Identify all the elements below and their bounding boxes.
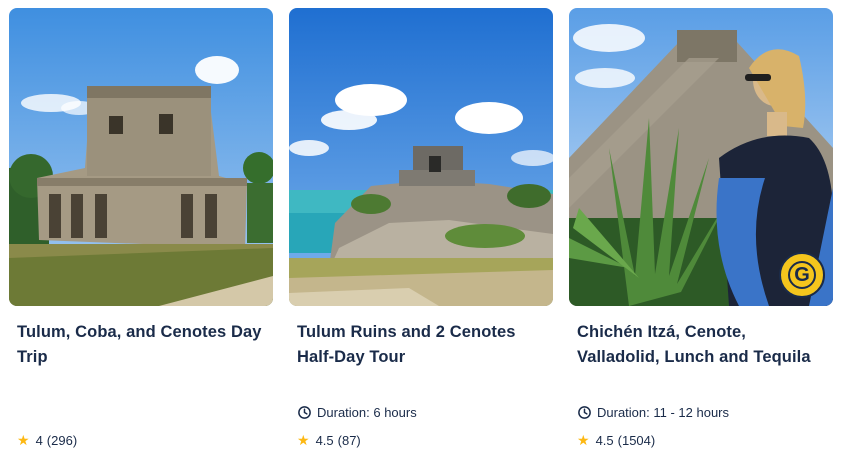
tour-rating: ★ 4.5 (87) bbox=[297, 432, 361, 448]
review-count: (87) bbox=[337, 432, 361, 448]
tour-card[interactable]: G Chichén Itzá, Cenote, Valladolid, Lunc… bbox=[569, 8, 833, 463]
tour-title[interactable]: Tulum, Coba, and Cenotes Day Trip bbox=[17, 320, 267, 370]
tour-title[interactable]: Tulum Ruins and 2 Cenotes Half-Day Tour bbox=[297, 320, 547, 370]
star-icon: ★ bbox=[297, 432, 310, 448]
tour-rating: ★ 4.5 (1504) bbox=[577, 432, 655, 448]
star-icon: ★ bbox=[577, 432, 590, 448]
mayan-ruin-photo-icon bbox=[9, 8, 273, 306]
tour-image[interactable]: G bbox=[569, 8, 833, 306]
review-count: (1504) bbox=[617, 432, 656, 448]
rating-score: 4.5 bbox=[315, 432, 334, 448]
rating-score: 4 bbox=[35, 432, 43, 448]
review-count: (296) bbox=[46, 432, 78, 448]
tulum-coast-photo-icon bbox=[289, 8, 553, 306]
tour-title[interactable]: Chichén Itzá, Cenote, Valladolid, Lunch … bbox=[577, 320, 827, 370]
tour-duration: Duration: 11 - 12 hours bbox=[577, 404, 729, 420]
rating-score: 4.5 bbox=[595, 432, 614, 448]
duration-label: Duration: 11 - 12 hours bbox=[597, 404, 729, 420]
tour-image[interactable] bbox=[9, 8, 273, 306]
star-icon: ★ bbox=[17, 432, 30, 448]
tour-rating: ★ 4 (296) bbox=[17, 432, 77, 448]
tour-image[interactable] bbox=[289, 8, 553, 306]
clock-icon bbox=[578, 405, 591, 419]
tour-card[interactable]: Tulum Ruins and 2 Cenotes Half-Day Tour … bbox=[289, 8, 553, 463]
clock-icon bbox=[298, 405, 311, 419]
duration-label: Duration: 6 hours bbox=[317, 404, 417, 420]
tour-card[interactable]: Tulum, Coba, and Cenotes Day Trip ★ 4 (2… bbox=[9, 8, 273, 463]
tour-duration: Duration: 6 hours bbox=[297, 404, 417, 420]
badge-icon: G bbox=[779, 252, 825, 298]
tour-card-list: Tulum, Coba, and Cenotes Day Trip ★ 4 (2… bbox=[9, 8, 835, 463]
